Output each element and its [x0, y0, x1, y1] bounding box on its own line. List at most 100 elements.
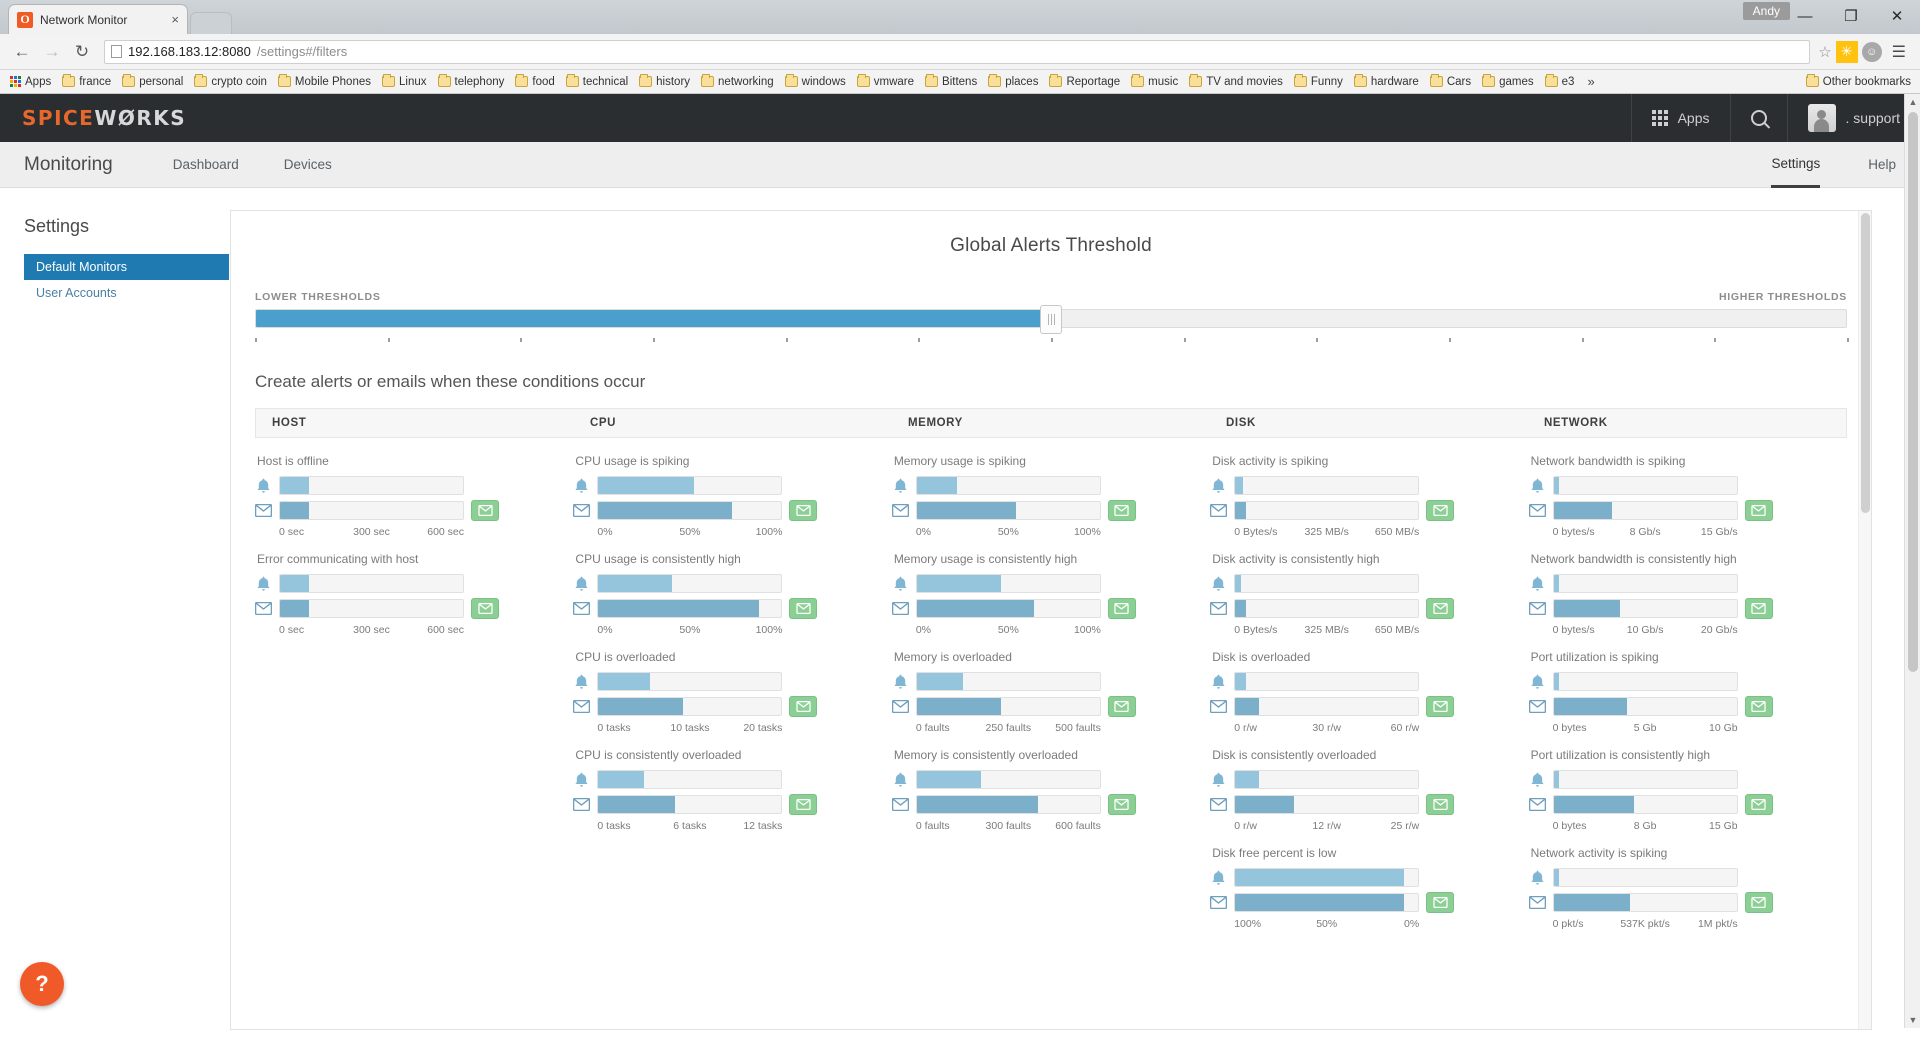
- email-threshold-slider[interactable]: [1552, 501, 1738, 520]
- new-tab-button[interactable]: [190, 12, 232, 34]
- email-enable-toggle[interactable]: [1426, 598, 1455, 619]
- bookmark-tv-and-movies[interactable]: TV and movies: [1184, 74, 1289, 89]
- email-threshold-slider[interactable]: [1552, 795, 1738, 814]
- alert-threshold-slider[interactable]: [597, 574, 783, 593]
- alert-threshold-slider[interactable]: [279, 574, 464, 593]
- email-enable-toggle[interactable]: [1426, 892, 1455, 913]
- alert-threshold-slider[interactable]: [597, 476, 783, 495]
- bookmark-vmware[interactable]: vmware: [852, 74, 920, 89]
- alert-threshold-slider[interactable]: [1234, 770, 1420, 789]
- spiceworks-logo[interactable]: SPICEWØRKS: [22, 106, 186, 130]
- scroll-down-icon[interactable]: ▼: [1905, 1012, 1920, 1028]
- bookmark-reportage[interactable]: Reportage: [1044, 74, 1126, 89]
- email-threshold-slider[interactable]: [1552, 599, 1738, 618]
- email-enable-toggle[interactable]: [1426, 794, 1455, 815]
- browser-tab[interactable]: O Network Monitor ×: [8, 4, 188, 34]
- extension-yellow-icon[interactable]: ✳: [1835, 40, 1858, 63]
- email-enable-toggle[interactable]: [1107, 696, 1136, 717]
- bookmark-star-icon[interactable]: ☆: [1818, 43, 1831, 61]
- email-enable-toggle[interactable]: [1744, 794, 1773, 815]
- global-threshold-slider[interactable]: [255, 305, 1847, 334]
- nav-link-devices[interactable]: Devices: [284, 157, 332, 172]
- email-threshold-slider[interactable]: [1234, 599, 1420, 618]
- alert-threshold-slider[interactable]: [1234, 574, 1420, 593]
- email-enable-toggle[interactable]: [789, 500, 818, 521]
- alert-threshold-slider[interactable]: [1552, 770, 1738, 789]
- panel-scrollbar-thumb[interactable]: [1861, 213, 1870, 513]
- bookmarks-overflow-icon[interactable]: »: [1580, 74, 1601, 89]
- bookmark-music[interactable]: music: [1126, 74, 1184, 89]
- tab-close-icon[interactable]: ×: [171, 13, 179, 26]
- email-threshold-slider[interactable]: [279, 599, 464, 618]
- email-threshold-slider[interactable]: [1234, 697, 1420, 716]
- email-threshold-slider[interactable]: [1234, 501, 1420, 520]
- email-threshold-slider[interactable]: [1234, 893, 1420, 912]
- alert-threshold-slider[interactable]: [597, 770, 783, 789]
- email-enable-toggle[interactable]: [1744, 696, 1773, 717]
- email-enable-toggle[interactable]: [471, 500, 499, 521]
- bookmark-food[interactable]: food: [510, 74, 560, 89]
- bookmark-history[interactable]: history: [634, 74, 696, 89]
- alert-threshold-slider[interactable]: [1552, 868, 1738, 887]
- help-button[interactable]: ?: [20, 962, 64, 1006]
- reload-icon[interactable]: ↻: [68, 38, 96, 66]
- email-threshold-slider[interactable]: [915, 697, 1101, 716]
- bookmark-apps[interactable]: Apps: [5, 75, 57, 89]
- alert-threshold-slider[interactable]: [597, 672, 783, 691]
- email-threshold-slider[interactable]: [1552, 697, 1738, 716]
- bookmark-personal[interactable]: personal: [117, 74, 189, 89]
- email-enable-toggle[interactable]: [1744, 500, 1773, 521]
- alert-threshold-slider[interactable]: [1552, 574, 1738, 593]
- alert-threshold-slider[interactable]: [1234, 476, 1420, 495]
- nav-link-dashboard[interactable]: Dashboard: [173, 157, 239, 172]
- nav-link-help[interactable]: Help: [1868, 142, 1896, 188]
- email-enable-toggle[interactable]: [1107, 500, 1136, 521]
- forward-icon[interactable]: →: [38, 38, 66, 66]
- email-enable-toggle[interactable]: [1426, 696, 1455, 717]
- bookmark-e3[interactable]: e3: [1540, 74, 1581, 89]
- extension-gray-icon[interactable]: ☺: [1861, 41, 1882, 62]
- email-threshold-slider[interactable]: [597, 599, 783, 618]
- bookmark-bittens[interactable]: Bittens: [920, 74, 983, 89]
- email-threshold-slider[interactable]: [915, 501, 1101, 520]
- close-window-icon[interactable]: ✕: [1874, 0, 1920, 32]
- search-button[interactable]: [1729, 94, 1787, 142]
- bookmark-funny[interactable]: Funny: [1289, 74, 1349, 89]
- alert-threshold-slider[interactable]: [1552, 672, 1738, 691]
- email-enable-toggle[interactable]: [471, 598, 499, 619]
- back-icon[interactable]: ←: [8, 38, 36, 66]
- maximize-icon[interactable]: ❐: [1828, 0, 1874, 32]
- slider-handle[interactable]: [1040, 305, 1062, 334]
- alert-threshold-slider[interactable]: [915, 574, 1101, 593]
- email-enable-toggle[interactable]: [789, 794, 818, 815]
- email-threshold-slider[interactable]: [597, 795, 783, 814]
- email-threshold-slider[interactable]: [1552, 893, 1738, 912]
- bookmark-places[interactable]: places: [983, 74, 1044, 89]
- email-threshold-slider[interactable]: [597, 501, 783, 520]
- email-enable-toggle[interactable]: [789, 598, 818, 619]
- page-scrollbar-thumb[interactable]: [1908, 112, 1918, 672]
- alert-threshold-slider[interactable]: [279, 476, 464, 495]
- alert-threshold-slider[interactable]: [915, 672, 1101, 691]
- bookmark-telephony[interactable]: telephony: [433, 74, 511, 89]
- address-bar[interactable]: 192.168.183.12:8080/settings#/filters: [104, 39, 1811, 64]
- alert-threshold-slider[interactable]: [1234, 868, 1420, 887]
- alert-threshold-slider[interactable]: [915, 476, 1101, 495]
- email-enable-toggle[interactable]: [1744, 598, 1773, 619]
- bookmark-hardware[interactable]: hardware: [1349, 74, 1425, 89]
- email-threshold-slider[interactable]: [597, 697, 783, 716]
- chrome-menu-icon[interactable]: ☰: [1886, 42, 1912, 62]
- email-enable-toggle[interactable]: [1426, 500, 1455, 521]
- sidebar-item-default-monitors[interactable]: Default Monitors: [24, 254, 229, 280]
- minimize-icon[interactable]: —: [1782, 0, 1828, 32]
- email-enable-toggle[interactable]: [1744, 892, 1773, 913]
- bookmark-technical[interactable]: technical: [561, 74, 634, 89]
- email-enable-toggle[interactable]: [1107, 794, 1136, 815]
- bookmark-networking[interactable]: networking: [696, 74, 780, 89]
- email-threshold-slider[interactable]: [1234, 795, 1420, 814]
- email-enable-toggle[interactable]: [1107, 598, 1136, 619]
- apps-button[interactable]: Apps: [1630, 94, 1730, 142]
- email-enable-toggle[interactable]: [789, 696, 818, 717]
- email-threshold-slider[interactable]: [915, 795, 1101, 814]
- alert-threshold-slider[interactable]: [1234, 672, 1420, 691]
